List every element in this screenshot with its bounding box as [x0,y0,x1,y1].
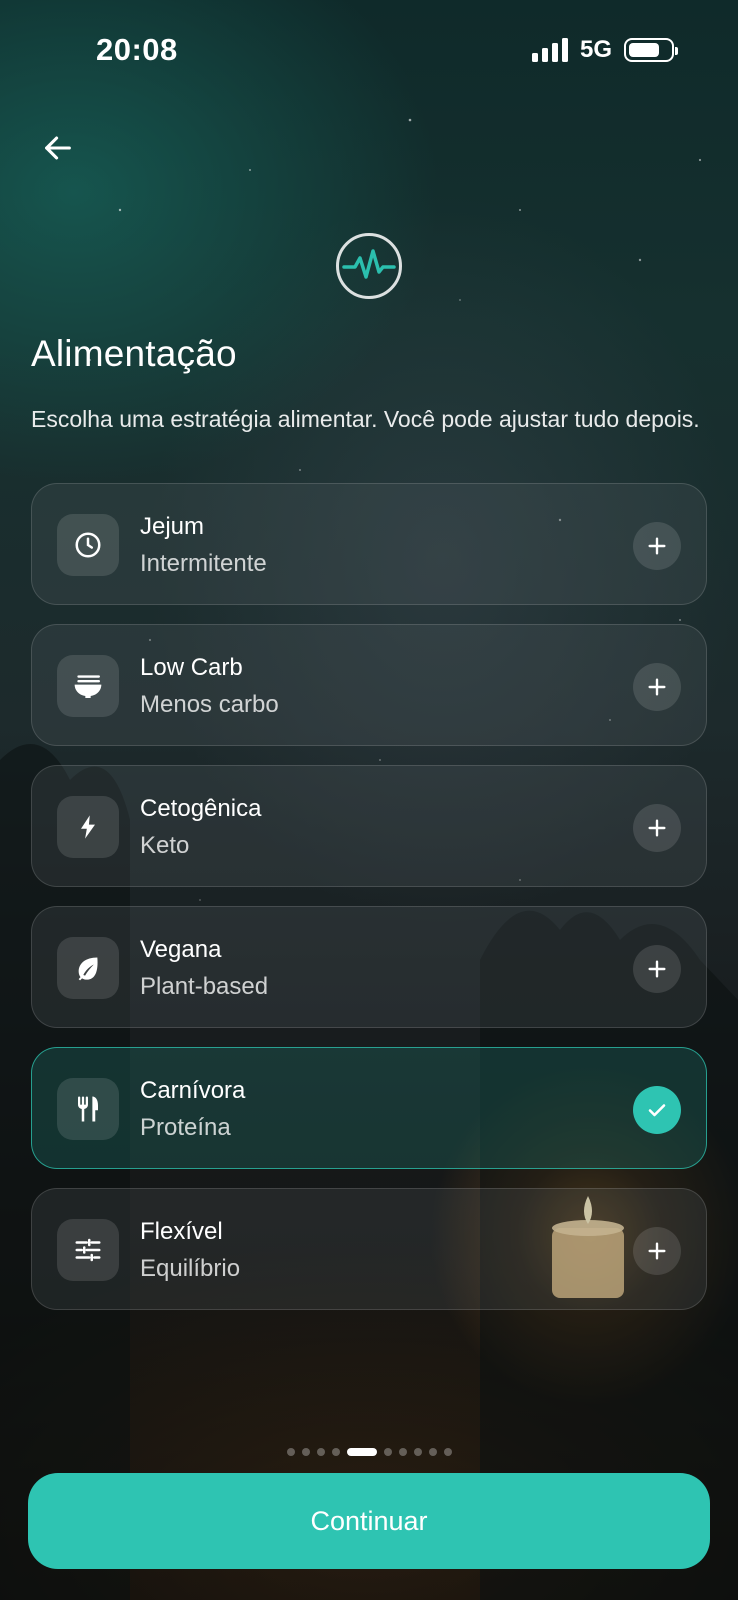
option-cetogenica[interactable]: Cetogênica Keto [31,765,707,887]
option-icon-container [57,796,119,858]
pagination-dot [301,1448,310,1456]
status-bar: 20:08 5G [0,0,738,100]
option-carnivora[interactable]: Carnívora Proteína [31,1047,707,1169]
option-subtitle: Intermitente [140,550,267,577]
pagination-dot [443,1448,452,1456]
plus-icon [648,960,666,978]
back-button[interactable] [36,126,80,170]
pagination-dot [398,1448,407,1456]
option-icon-container [57,937,119,999]
option-title: Cetogênica [140,795,262,822]
heartbeat-pulse-icon [336,233,402,299]
leaf-icon [78,957,98,981]
option-low-carb[interactable]: Low Carb Menos carbo [31,624,707,746]
selected-check-button[interactable] [633,1086,681,1134]
option-title: Low Carb [140,654,243,681]
network-type: 5G [579,36,612,63]
option-subtitle: Plant-based [140,973,269,1000]
pagination-dot [316,1448,325,1456]
pagination-dot [383,1448,392,1456]
fork-knife-icon [78,1096,98,1122]
plus-icon [648,537,666,555]
option-icon-container [57,655,119,717]
option-title: Jejum [140,513,205,540]
option-title: Carnívora [140,1077,246,1104]
pagination-dot [331,1448,340,1456]
plus-icon [648,819,666,837]
add-button[interactable] [633,1227,681,1275]
clock-time: 20:08 [96,32,178,67]
option-flexivel[interactable]: Flexível Equilíbrio [31,1188,707,1310]
page-subtitle: Escolha uma estratégia alimentar. Você p… [31,406,700,432]
option-subtitle: Menos carbo [140,691,279,718]
option-subtitle: Proteína [140,1114,231,1141]
arrow-left-icon [45,136,71,160]
continue-button[interactable]: Continuar [28,1473,710,1569]
option-icon-container [57,1078,119,1140]
option-icon-container [57,514,119,576]
pagination-dot-active [346,1448,377,1456]
battery-icon [624,38,678,62]
option-vegana[interactable]: Vegana Plant-based [31,906,707,1028]
page-title: Alimentação [31,333,237,374]
pagination-dot [286,1448,295,1456]
add-button[interactable] [633,804,681,852]
check-icon [648,1104,666,1117]
plus-icon [648,1242,666,1260]
clock-icon [75,532,101,558]
pagination-dot [413,1448,422,1456]
option-subtitle: Equilíbrio [140,1255,241,1282]
add-button[interactable] [633,663,681,711]
add-button[interactable] [633,945,681,993]
cellular-signal-icon [531,38,568,62]
noodle-bowl-icon [74,675,102,698]
add-button[interactable] [633,522,681,570]
plus-icon [648,678,666,696]
option-title: Vegana [140,936,222,963]
option-jejum[interactable]: Jejum Intermitente [31,483,707,605]
pagination-dot [428,1448,437,1456]
option-title: Flexível [140,1218,223,1245]
pagination-dots [0,1448,738,1456]
lightning-icon [81,815,95,839]
option-icon-container [57,1219,119,1281]
option-subtitle: Keto [140,832,190,859]
sliders-icon [75,1238,101,1262]
status-indicators: 5G [531,36,678,64]
